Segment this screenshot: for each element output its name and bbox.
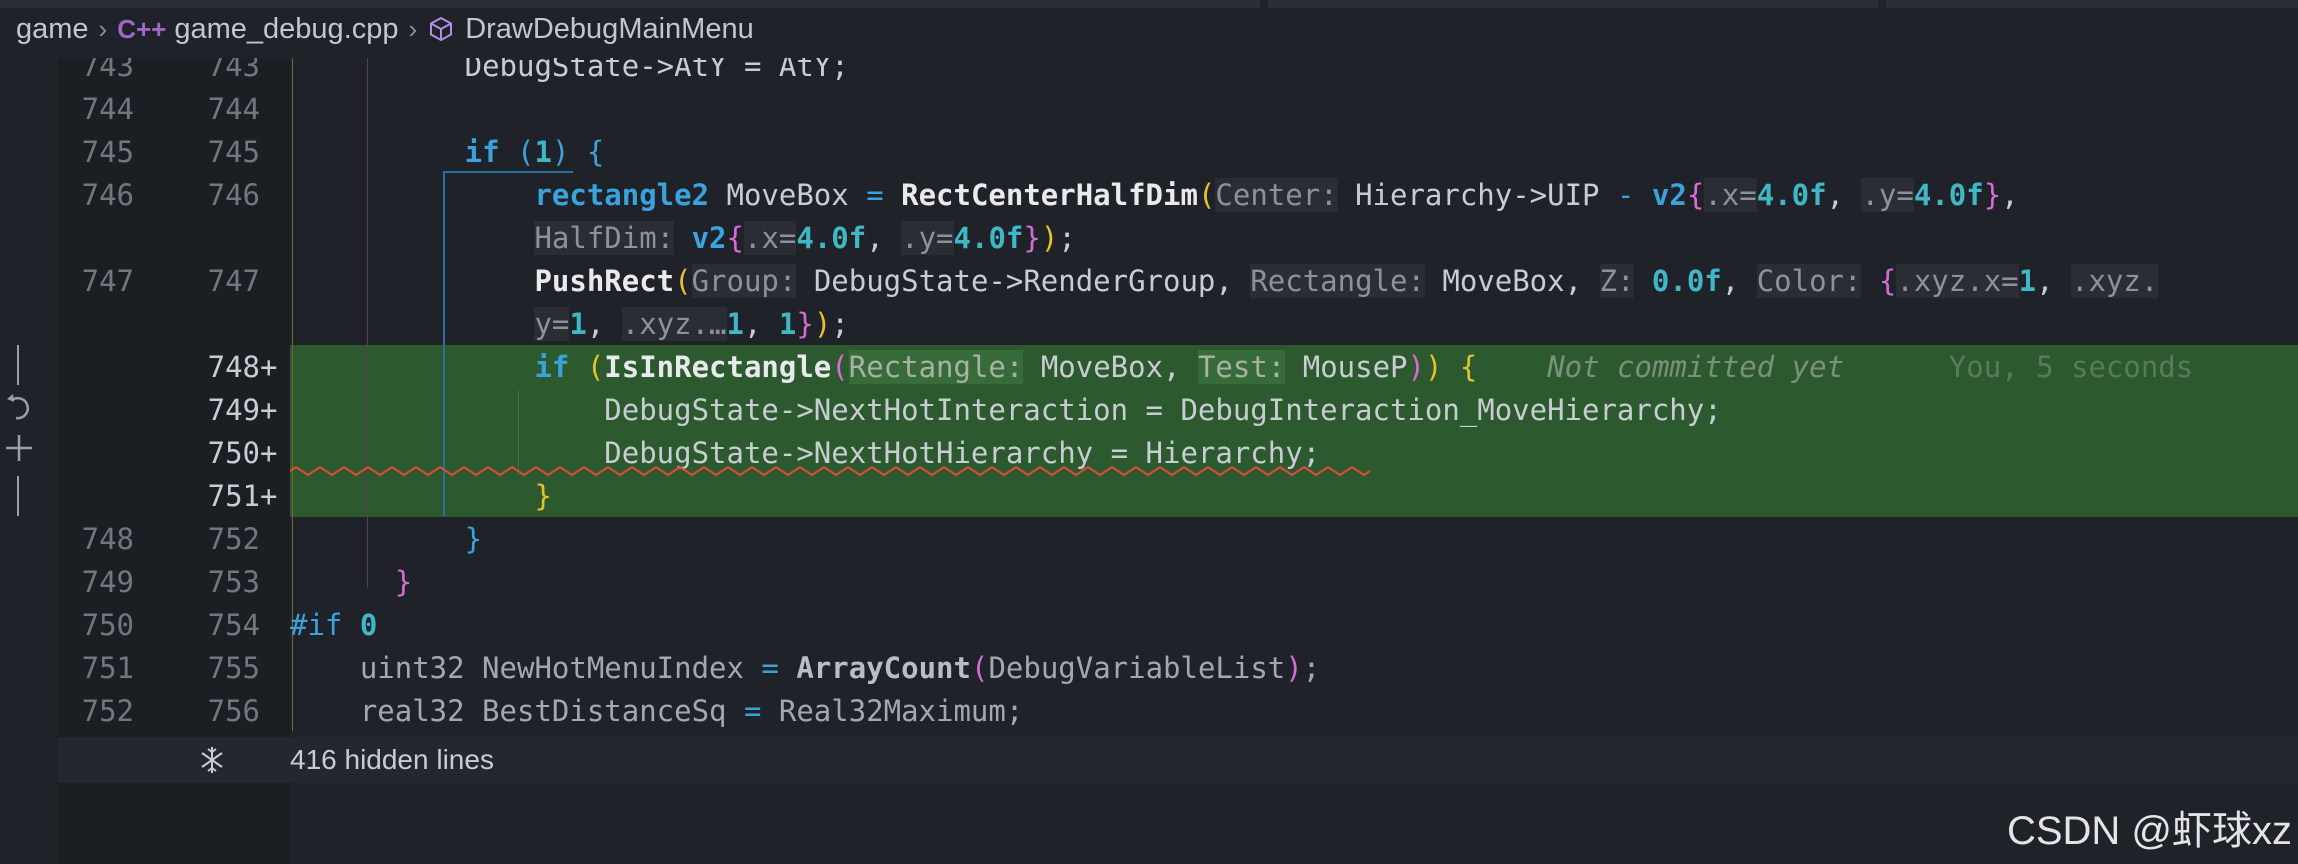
diff-gutter-marker [17,345,19,385]
old-line-number: 751 [81,651,134,685]
inline-blame: Not committed yet [1547,350,1845,384]
new-line-number [148,303,260,346]
chevron-right-icon: › [408,13,418,44]
chevron-right-icon: › [98,13,108,44]
new-line-number: 752 [207,522,260,556]
added-line-marker: + [260,479,278,513]
new-line-number: 753 [207,565,260,599]
old-line-number: 746 [81,178,134,212]
breadcrumb-file[interactable]: game_debug.cpp [174,13,398,46]
code-line-755[interactable]: uint32 NewHotMenuIndex = ArrayCount(Debu… [290,647,1320,690]
new-line-number: 755 [207,651,260,685]
old-line-number: 750 [81,608,134,642]
code-line-753[interactable]: } [290,561,412,604]
new-line-number: 756 [207,694,260,728]
method-cube-icon [427,15,455,43]
revert-change-icon[interactable] [4,390,38,432]
code-line-746-wrap[interactable]: HalfDim: v2{.x=4.0f, .y=4.0f}); [290,217,1076,260]
old-line-number: 745 [81,135,134,169]
added-line-marker: + [260,436,278,470]
old-line-number: 752 [81,694,134,728]
old-line-number [58,432,134,475]
code-line-746[interactable]: rectangle2 MoveBox = RectCenterHalfDim(C… [290,174,2019,217]
inline-blame-author: You, 5 seconds [1948,350,2194,384]
code-line-745[interactable]: if (1) { [290,131,605,174]
unfold-icon[interactable] [196,744,228,776]
diff-gutter-marker [17,476,19,516]
code-line-748[interactable]: if (IsInRectangle(Rectangle: MoveBox, Te… [290,346,2193,389]
old-line-number: 747 [81,264,134,298]
added-line-marker: + [260,350,278,384]
breadcrumb-symbol[interactable]: DrawDebugMainMenu [465,13,754,46]
new-line-number: 748 [207,350,260,384]
editor-window: DebugState->AtY = AtY; if (1) { rectangl… [0,0,2298,864]
new-line-number: 749 [207,393,260,427]
new-line-number: 746 [207,178,260,212]
new-line-number: 754 [207,608,260,642]
new-line-number: 751 [207,479,260,513]
new-line-number: 744 [207,92,260,126]
cpp-file-icon: C++ [117,13,167,44]
old-line-number [58,346,134,389]
new-line-number: 747 [207,264,260,298]
code-line-754[interactable]: #if 0 [290,604,377,647]
old-line-number [58,389,134,432]
old-line-number: 749 [81,565,134,599]
old-line-number: 748 [81,522,134,556]
new-line-number [148,217,260,260]
new-line-number: 745 [207,135,260,169]
new-line-number: 750 [207,436,260,470]
breadcrumb: game › C++ game_debug.cpp › DrawDebugMai… [0,0,2298,58]
stage-change-icon[interactable] [2,431,36,473]
code-line-756[interactable]: real32 BestDistanceSq = Real32Maximum; [290,690,1023,733]
code-line-752[interactable]: } [290,518,482,561]
old-line-number [58,303,134,346]
code-line-747-wrap[interactable]: y=1, .xyz.…1, 1}); [290,303,849,346]
old-line-number: 744 [81,92,134,126]
watermark: CSDN @虾球xz [2006,809,2292,853]
hidden-lines-label: 416 hidden lines [290,744,494,775]
code-line-749[interactable]: DebugState->NextHotInteraction = DebugIn… [290,389,1721,432]
code-line-747[interactable]: PushRect(Group: DebugState->RenderGroup,… [290,260,2159,303]
old-line-number [58,475,134,518]
added-line-marker: + [260,393,278,427]
old-line-number [58,217,134,260]
code-line-751[interactable]: } [290,475,551,518]
breadcrumb-folder[interactable]: game [16,13,89,46]
